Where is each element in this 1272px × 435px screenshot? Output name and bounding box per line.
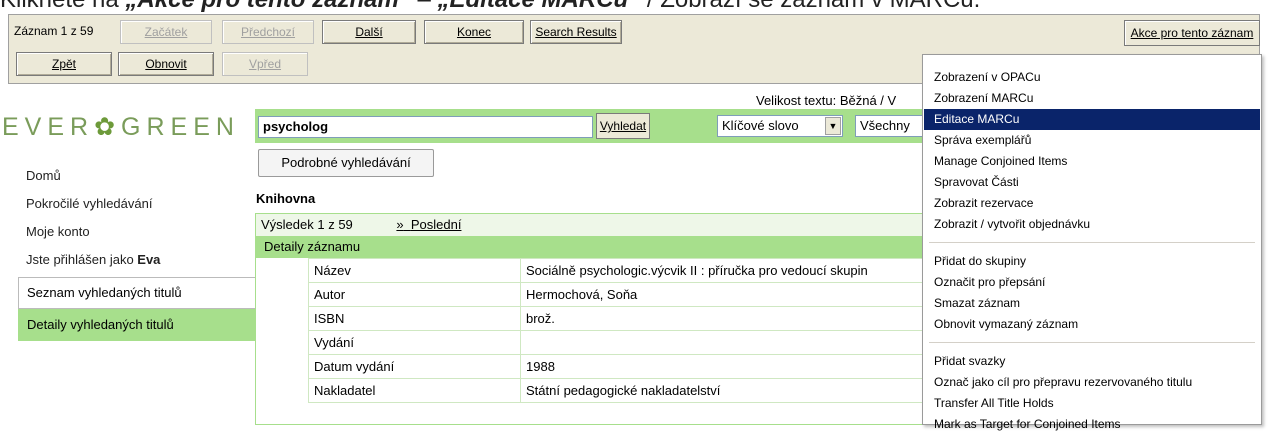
menu-item-manage-items[interactable]: Správa exemplářů xyxy=(924,130,1260,151)
library-label: Knihovna xyxy=(256,191,316,206)
previous-button[interactable]: Předchozí xyxy=(222,20,314,44)
table-row: Vydání xyxy=(308,330,926,355)
logo-text-left: EVER xyxy=(2,113,95,141)
logged-in-label: Jste přihlášen jako xyxy=(26,252,138,267)
refresh-button[interactable]: Obnovit xyxy=(118,52,214,76)
caption-text: Klikněte na xyxy=(0,0,125,13)
field-value: Sociálně psychologic.výcvik II : příručk… xyxy=(520,258,926,283)
record-details-table: Název Sociálně psychologic.výcvik II : př… xyxy=(308,258,926,403)
forward-button[interactable]: Vpřed xyxy=(222,52,308,76)
field-value: 1988 xyxy=(520,354,926,379)
sidebar-item-home[interactable]: Domů xyxy=(26,168,61,183)
menu-item-transfer-holds[interactable]: Transfer All Title Holds xyxy=(924,393,1260,414)
start-button[interactable]: Začátek xyxy=(120,20,212,44)
field-value: brož. xyxy=(520,306,926,331)
field-name: Vydání xyxy=(308,330,521,355)
chevron-down-icon[interactable]: ▼ xyxy=(825,117,841,135)
results-navigation: Výsledek 1 z 59 » Poslední xyxy=(256,214,926,236)
last-link-label: Poslední xyxy=(410,217,462,232)
field-value: Hermochová, Soňa xyxy=(520,282,926,307)
text-size-selector[interactable]: Velikost textu: Běžná / V xyxy=(756,93,896,108)
menu-item-edit-marc[interactable]: Editace MARCu xyxy=(924,109,1260,130)
table-row: Nakladatel Státní pedagogické nakladatels… xyxy=(308,378,926,403)
menu-item-add-to-bucket[interactable]: Přidat do skupiny xyxy=(924,251,1260,272)
record-counter: Záznam 1 z 59 xyxy=(14,24,94,38)
menu-item-add-volumes[interactable]: Přidat svazky xyxy=(924,351,1260,372)
menu-item-delete-record[interactable]: Smazat záznam xyxy=(924,293,1260,314)
format-select[interactable]: Všechny xyxy=(855,115,927,137)
table-row: Název Sociálně psychologic.výcvik II : př… xyxy=(308,258,926,283)
record-details-panel: Výsledek 1 z 59 » Poslední Detaily zázna… xyxy=(255,213,927,425)
caption-bold-actions: „Akce pro tento záznam“ xyxy=(125,0,410,13)
logged-in-user: Eva xyxy=(137,252,161,267)
format-value: Všechny xyxy=(860,118,910,133)
sidebar-item-results-details[interactable]: Detaily vyhledaných titulů xyxy=(18,309,256,341)
menu-item-view-holds[interactable]: Zobrazit rezervace xyxy=(924,193,1260,214)
sidebar-logged-in-as: Jste přihlášen jako Eva xyxy=(26,252,160,267)
menu-item-manage-parts[interactable]: Spravovat Části xyxy=(924,172,1260,193)
advanced-search-button[interactable]: Podrobné vyhledávání xyxy=(258,149,434,177)
table-row: Autor Hermochová, Soňa xyxy=(308,282,926,307)
result-counter: Výsledek 1 z 59 xyxy=(261,217,353,232)
table-row: ISBN brož. xyxy=(308,306,926,331)
next-button[interactable]: Další xyxy=(322,20,416,44)
menu-item-undelete-record[interactable]: Obnovit vymazaný záznam xyxy=(924,314,1260,335)
search-type-value: Klíčové slovo xyxy=(722,118,799,133)
field-value: Státní pedagogické nakladatelství xyxy=(520,378,926,403)
record-details-header: Detaily záznamu xyxy=(256,236,926,258)
double-chevron-right-icon: » xyxy=(396,217,404,232)
menu-item-orders[interactable]: Zobrazit / vytvořit objednávku xyxy=(924,214,1260,235)
search-button[interactable]: Vyhledat xyxy=(596,113,650,139)
menu-item-mark-overlay[interactable]: Označit pro přepsání xyxy=(924,272,1260,293)
field-name: Autor xyxy=(308,282,521,307)
sidebar-item-my-account[interactable]: Moje konto xyxy=(26,224,90,239)
logo-text-right: GREEN xyxy=(121,113,240,141)
caption-text-end: / Zobrazí se záznam v MARCu. xyxy=(640,0,980,13)
search-results-button[interactable]: Search Results xyxy=(530,20,622,44)
menu-item-view-marc[interactable]: Zobrazení MARCu xyxy=(924,88,1260,109)
end-button[interactable]: Konec xyxy=(424,20,524,44)
back-button[interactable]: Zpět xyxy=(16,52,112,76)
last-link[interactable]: » Poslední xyxy=(396,217,461,232)
sidebar-item-advanced-search[interactable]: Pokročilé vyhledávání xyxy=(26,196,152,211)
menu-separator xyxy=(929,242,1255,243)
sidebar-item-results-list[interactable]: Seznam vyhledaných titulů xyxy=(18,277,256,309)
search-type-select[interactable]: Klíčové slovo ▼ xyxy=(717,115,843,137)
field-name: Název xyxy=(308,258,521,283)
caption-bold-edit-marc: „Editace MARCu“ xyxy=(438,0,641,13)
search-bar: psycholog Vyhledat Klíčové slovo ▼ Všech… xyxy=(255,109,927,143)
menu-separator xyxy=(929,342,1255,343)
evergreen-logo: EVER✿GREEN xyxy=(2,112,240,142)
table-row: Datum vydání 1988 xyxy=(308,354,926,379)
actions-for-record-button[interactable]: Akce pro tento záznam xyxy=(1124,20,1260,46)
field-name: ISBN xyxy=(308,306,521,331)
field-value xyxy=(520,330,926,355)
menu-item-conjoined-items[interactable]: Manage Conjoined Items xyxy=(924,151,1260,172)
caption-dash: – xyxy=(411,0,438,13)
menu-item-mark-hold-transfer[interactable]: Označ jako cíl pro přepravu rezervovanéh… xyxy=(924,372,1260,393)
search-input[interactable]: psycholog xyxy=(258,116,593,138)
menu-item-view-opac[interactable]: Zobrazení v OPACu xyxy=(924,67,1260,88)
record-actions-menu: Zobrazení v OPACu Zobrazení MARCu Editac… xyxy=(922,54,1262,431)
leaf-icon: ✿ xyxy=(94,113,122,141)
field-name: Datum vydání xyxy=(308,354,521,379)
field-name: Nakladatel xyxy=(308,378,521,403)
